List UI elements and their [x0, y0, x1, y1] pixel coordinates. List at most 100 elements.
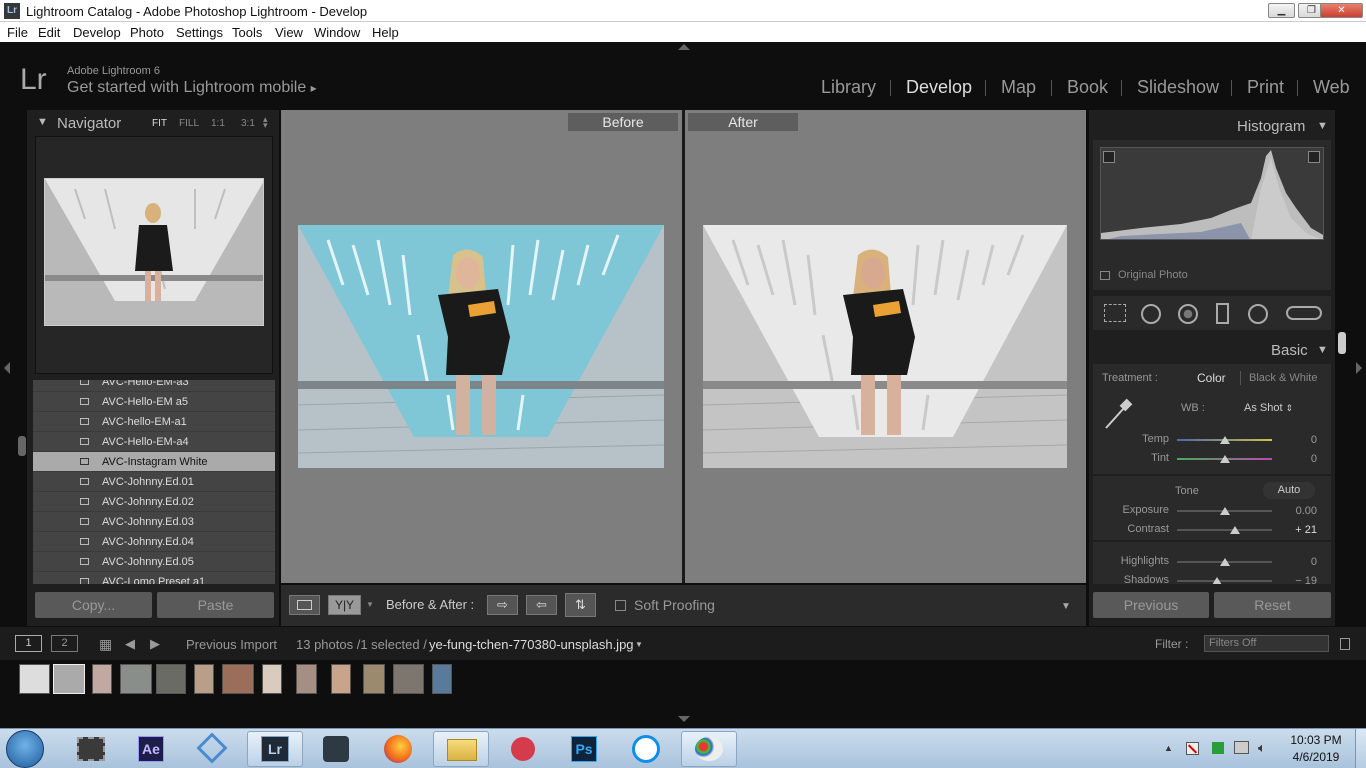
wb-select[interactable]: As Shot ⇕	[1244, 402, 1293, 414]
basic-collapse-icon[interactable]: ▼	[1317, 344, 1328, 356]
shadows-slider[interactable]	[1177, 580, 1272, 582]
collapse-bottom-icon[interactable]	[678, 716, 690, 722]
before-photo[interactable]	[298, 225, 664, 468]
film-thumbnail[interactable]	[120, 664, 152, 694]
list-item[interactable]: AVC-hello-EM-a1	[33, 412, 275, 432]
left-scrollbar[interactable]	[18, 436, 26, 456]
module-book[interactable]: Book	[1067, 77, 1108, 98]
module-library[interactable]: Library	[821, 77, 876, 98]
film-thumbnail[interactable]	[262, 664, 282, 694]
start-button[interactable]	[6, 730, 44, 768]
firefox-icon[interactable]	[371, 731, 427, 767]
filename-dropdown-icon[interactable]: ▼	[635, 640, 643, 649]
list-item[interactable]: AVC-Johnny.Ed.02	[33, 492, 275, 512]
tray-expand-icon[interactable]: ▲	[1164, 743, 1173, 753]
filmora-icon[interactable]	[309, 731, 365, 767]
contrast-slider[interactable]	[1177, 529, 1272, 531]
film-thumbnail[interactable]	[331, 664, 351, 694]
copy-after-to-before-icon[interactable]: ⇦	[526, 595, 557, 615]
list-item[interactable]: AVC-Johnny.Ed.05	[33, 552, 275, 572]
clock-date[interactable]: 4/6/2019	[1290, 750, 1342, 764]
original-photo-checkbox[interactable]	[1100, 271, 1110, 280]
module-map[interactable]: Map	[1001, 77, 1036, 98]
graduated-filter-icon[interactable]	[1216, 303, 1229, 324]
screen-recorder-icon[interactable]	[495, 731, 551, 767]
back-arrow-icon[interactable]: ◀	[125, 636, 135, 652]
zoom-3-1[interactable]: 3:1	[241, 118, 255, 129]
collapse-left-icon[interactable]	[4, 362, 10, 374]
list-item[interactable]: AVC-Johnny.Ed.03	[33, 512, 275, 532]
module-slideshow[interactable]: Slideshow	[1137, 77, 1219, 98]
film-thumbnail[interactable]	[92, 664, 112, 694]
network-app-icon[interactable]	[185, 731, 241, 767]
film-thumbnail[interactable]	[393, 664, 424, 694]
contrast-value[interactable]: + 21	[1270, 524, 1317, 536]
red-eye-icon[interactable]	[1178, 304, 1198, 324]
menu-help[interactable]: Help	[372, 25, 399, 40]
histogram-chart[interactable]	[1100, 147, 1324, 240]
list-item[interactable]: AVC-Hello-EM a5	[33, 392, 275, 412]
tray-flag-icon[interactable]	[1186, 742, 1199, 755]
swap-icon[interactable]: ⇅	[565, 593, 596, 617]
exposure-value[interactable]: 0.00	[1270, 505, 1317, 517]
shadows-slider-thumb[interactable]	[1212, 577, 1222, 584]
filter-select[interactable]: Filters Off	[1204, 635, 1329, 652]
highlights-value[interactable]: 0	[1270, 556, 1317, 568]
zoom-fill[interactable]: FILL	[179, 118, 199, 129]
toolbar-menu-icon[interactable]: ▼	[1061, 601, 1071, 612]
wb-eyedropper-icon[interactable]	[1102, 398, 1134, 432]
menu-edit[interactable]: Edit	[38, 25, 60, 40]
histogram-title[interactable]: Histogram	[1237, 118, 1305, 135]
basic-title[interactable]: Basic	[1271, 342, 1308, 359]
display-2-button[interactable]: 2	[51, 635, 78, 652]
film-thumbnail[interactable]	[222, 664, 254, 694]
film-thumbnail[interactable]	[156, 664, 186, 694]
film-thumbnail[interactable]	[296, 664, 317, 694]
network-icon[interactable]	[1234, 741, 1249, 754]
teamviewer-icon[interactable]	[619, 731, 675, 767]
list-item[interactable]: AVC-Johnny.Ed.01	[33, 472, 275, 492]
navigator-thumbnail[interactable]	[44, 178, 264, 326]
tray-app-icon[interactable]	[1212, 742, 1224, 754]
radial-filter-icon[interactable]	[1248, 304, 1268, 324]
auto-tone-button[interactable]: Auto	[1263, 482, 1315, 499]
crop-overlay-icon[interactable]	[1104, 304, 1126, 322]
shadows-value[interactable]: − 19	[1270, 575, 1317, 584]
module-web[interactable]: Web	[1313, 77, 1350, 98]
photoshop-icon[interactable]: Ps	[557, 731, 613, 767]
exposure-slider-thumb[interactable]	[1220, 507, 1230, 515]
previous-button[interactable]: Previous	[1093, 592, 1209, 618]
triangle-down-icon[interactable]: ▼	[37, 116, 48, 128]
forward-arrow-icon[interactable]: ▶	[150, 636, 160, 652]
filmstrip-source[interactable]: Previous Import	[186, 637, 277, 652]
list-item-selected[interactable]: AVC-Instagram White	[33, 452, 275, 472]
menu-file[interactable]: File	[7, 25, 28, 40]
copy-before-to-after-icon[interactable]: ⇨	[487, 595, 518, 615]
media-player-icon[interactable]	[63, 731, 119, 767]
film-thumbnail-selected[interactable]	[53, 664, 85, 694]
menu-window[interactable]: Window	[314, 25, 360, 40]
menu-tools[interactable]: Tools	[232, 25, 262, 40]
list-item[interactable]: AVC-Hello-EM-a4	[33, 432, 275, 452]
list-item[interactable]: AVC-Hello-EM-a3	[33, 380, 275, 392]
display-1-button[interactable]: 1	[15, 635, 42, 652]
copy-button[interactable]: Copy...	[35, 592, 152, 618]
zoom-fit[interactable]: FIT	[152, 118, 167, 129]
view-dropdown-icon[interactable]: ▼	[366, 600, 374, 609]
tint-slider-thumb[interactable]	[1220, 455, 1230, 463]
temp-slider-thumb[interactable]	[1220, 436, 1230, 444]
paint-icon[interactable]	[681, 731, 737, 767]
mobile-link[interactable]: Get started with Lightroom mobile ▸	[67, 79, 317, 97]
show-desktop-button[interactable]	[1355, 729, 1366, 768]
lightroom-taskbar-icon[interactable]: Lr	[247, 731, 303, 767]
paste-button[interactable]: Paste	[157, 592, 274, 618]
film-thumbnail[interactable]	[363, 664, 385, 694]
menu-develop[interactable]: Develop	[73, 25, 121, 40]
treatment-bw[interactable]: Black & White	[1249, 372, 1317, 384]
menu-settings[interactable]: Settings	[176, 25, 223, 40]
histogram-collapse-icon[interactable]: ▼	[1317, 120, 1328, 132]
shadow-clipping-icon[interactable]	[1103, 151, 1115, 163]
clock-time[interactable]: 10:03 PM	[1290, 733, 1342, 747]
menu-photo[interactable]: Photo	[130, 25, 164, 40]
minimize-button[interactable]: ▁	[1268, 3, 1295, 18]
